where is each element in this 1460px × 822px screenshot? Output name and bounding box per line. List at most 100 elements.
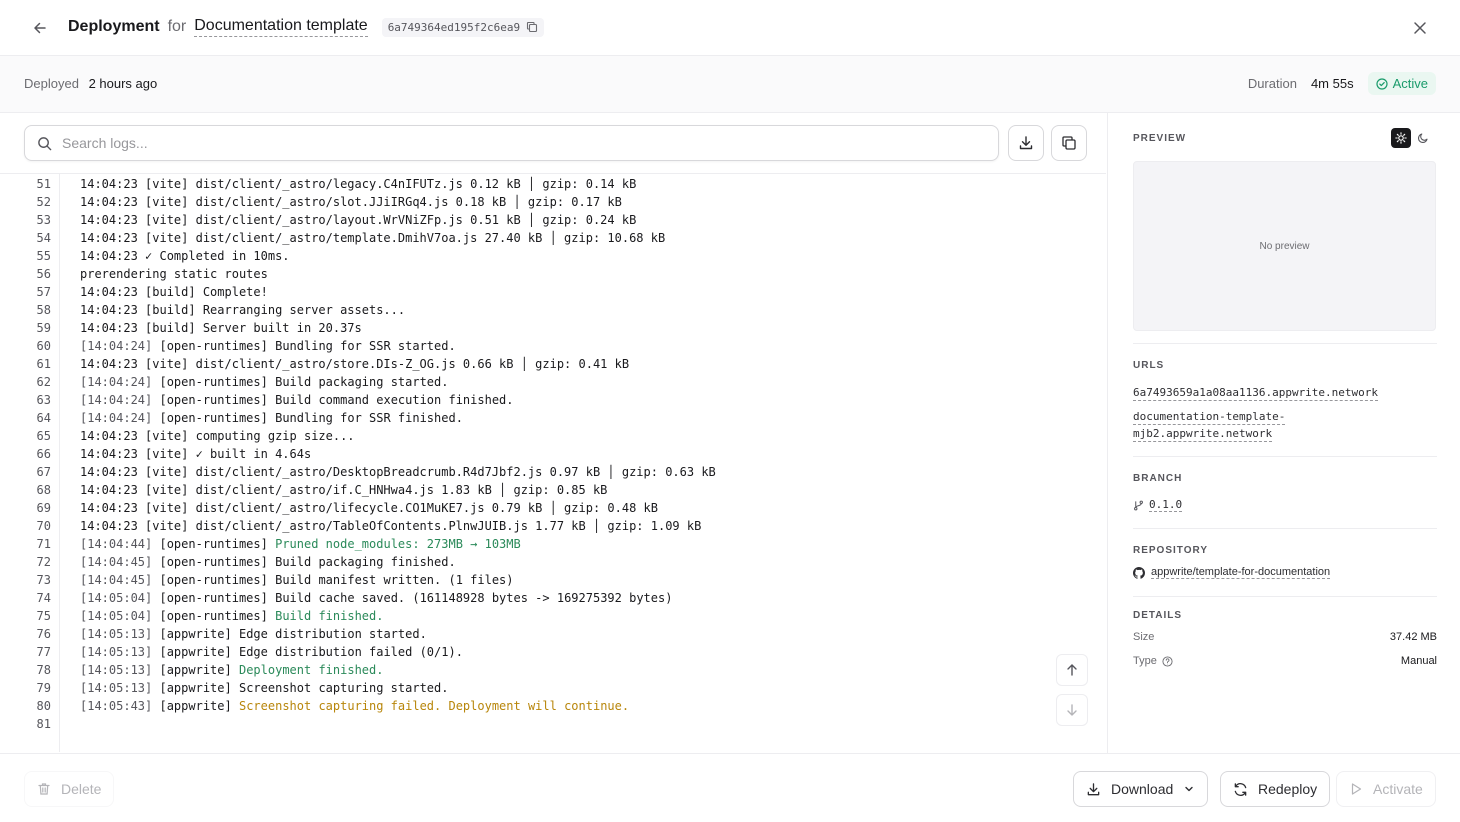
line-number: 57	[36, 285, 51, 299]
log-message: 14:04:23 [vite] ✓ built in 4.64s	[80, 447, 312, 461]
search-input[interactable]	[62, 135, 942, 151]
log-message: Screenshot capturing failed. Deployment …	[238, 699, 630, 713]
log-message: 14:04:23 [vite] dist/client/_astro/Deskt…	[80, 465, 716, 479]
url-link-1[interactable]: 6a7493659a1a08aa1136.appwrite.network	[1133, 386, 1379, 401]
log-line: 61 14:04:23 [vite] dist/client/_astro/sto…	[0, 355, 1100, 373]
log-line: 73 [14:04:45] [open-runtimes] Build manif…	[0, 571, 1100, 589]
log-text: 14:04:23 [vite] computing gzip size...	[80, 427, 355, 445]
line-number: 58	[36, 303, 51, 317]
deployment-meta-bar: Deployed 2 hours ago Duration 4m 55s Act…	[0, 56, 1460, 113]
log-line: 51 14:04:23 [vite] dist/client/_astro/leg…	[0, 175, 1100, 193]
line-number: 79	[36, 681, 51, 695]
line-number: 61	[36, 357, 51, 371]
copy-icon	[1062, 136, 1076, 150]
preview-label: PREVIEW	[1133, 133, 1187, 144]
activate-button[interactable]: Activate	[1336, 771, 1436, 807]
log-source-tag: [open-runtimes]	[159, 393, 268, 407]
deployment-id-badge[interactable]: 6a749364ed195f2c6ea9	[381, 17, 545, 37]
log-message: 14:04:23 [vite] computing gzip size...	[80, 429, 355, 443]
log-timestamp: [14:05:04]	[80, 609, 153, 623]
theme-toggle	[1391, 128, 1433, 148]
close-button[interactable]	[1408, 16, 1432, 40]
log-line: 66 14:04:23 [vite] ✓ built in 4.64s	[0, 445, 1100, 463]
log-text: [14:05:13] [appwrite] Deployment finishe…	[80, 661, 383, 679]
details-label: DETAILS	[1133, 610, 1183, 621]
scroll-top-button[interactable]	[1056, 654, 1088, 686]
log-message: 14:04:23 [vite] dist/client/_astro/layou…	[80, 213, 637, 227]
redeploy-button[interactable]: Redeploy	[1220, 771, 1331, 807]
delete-button[interactable]: Delete	[24, 771, 115, 807]
log-text: 14:04:23 [build] Rearranging server asse…	[80, 301, 405, 319]
project-link[interactable]: Documentation template	[194, 17, 368, 37]
log-text: [14:04:24] [open-runtimes] Build command…	[80, 391, 514, 409]
log-line: 75 [14:05:04] [open-runtimes] Build finis…	[0, 607, 1100, 625]
log-timestamp: [14:05:13]	[80, 681, 153, 695]
log-source-tag: [appwrite]	[159, 645, 232, 659]
log-message: Build command execution finished.	[275, 393, 514, 407]
preview-box: No preview	[1133, 161, 1436, 331]
deployed-value: 2 hours ago	[88, 76, 158, 91]
log-line: 64 [14:04:24] [open-runtimes] Bundling fo…	[0, 409, 1100, 427]
log-source-tag: [appwrite]	[159, 663, 232, 677]
line-number: 67	[36, 465, 51, 479]
log-line: 74 [14:05:04] [open-runtimes] Build cache…	[0, 589, 1100, 607]
log-message: Screenshot capturing started.	[238, 681, 449, 695]
url-link-2[interactable]: documentation-template- mjb2.appwrite.ne…	[1133, 410, 1286, 442]
log-text: 14:04:23 [vite] dist/client/_astro/Deskt…	[80, 463, 716, 481]
url-link-2-line2: mjb2.appwrite.network	[1133, 427, 1273, 442]
activate-label: Activate	[1373, 781, 1423, 797]
log-text: 14:04:23 ✓ Completed in 10ms.	[80, 247, 290, 265]
line-number: 53	[36, 213, 51, 227]
branch-link[interactable]: 0.1.0	[1133, 498, 1183, 512]
log-text: [14:04:24] [open-runtimes] Bundling for …	[80, 337, 456, 355]
log-text: [14:05:04] [open-runtimes] Build finishe…	[80, 607, 383, 625]
log-message: 14:04:23 [vite] dist/client/_astro/Table…	[80, 519, 702, 533]
download-button[interactable]: Download	[1073, 771, 1209, 807]
check-circle-icon	[1375, 77, 1388, 90]
log-message: 14:04:23 [vite] dist/client/_astro/lifec…	[80, 501, 658, 515]
log-lines: 51 14:04:23 [vite] dist/client/_astro/leg…	[0, 175, 1100, 733]
log-line: 70 14:04:23 [vite] dist/client/_astro/Tab…	[0, 517, 1100, 535]
log-text: 14:04:23 [vite] dist/client/_astro/layou…	[80, 211, 636, 229]
modal-header: Deployment for Documentation template 6a…	[0, 0, 1460, 56]
url-link-2-line1: documentation-template-	[1133, 410, 1286, 425]
log-source-tag: [open-runtimes]	[159, 573, 268, 587]
log-line: 67 14:04:23 [vite] dist/client/_astro/Des…	[0, 463, 1100, 481]
download-logs-button[interactable]	[1008, 125, 1044, 161]
log-message: 14:04:23 [vite] dist/client/_astro/legac…	[80, 177, 637, 191]
line-number: 77	[36, 645, 51, 659]
help-circle-icon[interactable]	[1162, 655, 1173, 667]
line-number: 59	[36, 321, 51, 335]
copy-logs-button[interactable]	[1051, 125, 1087, 161]
title-for: for	[167, 18, 187, 35]
log-line: 54 14:04:23 [vite] dist/client/_astro/tem…	[0, 229, 1100, 247]
log-line: 76 [14:05:13] [appwrite] Edge distributio…	[0, 625, 1100, 643]
log-text: 14:04:23 [vite] ✓ built in 4.64s	[80, 445, 311, 463]
deployment-id: 6a749364ed195f2c6ea9	[387, 20, 521, 34]
deployed-info: Deployed 2 hours ago	[24, 76, 157, 91]
log-viewer[interactable]: 51 14:04:23 [vite] dist/client/_astro/leg…	[0, 174, 1106, 752]
back-button[interactable]	[28, 16, 52, 40]
size-value: 37.42 MB	[1389, 631, 1437, 643]
log-text: 14:04:23 [build] Complete!	[80, 283, 268, 301]
repository-link[interactable]: appwrite/template-for-documentation	[1133, 566, 1331, 579]
arrow-left-icon	[34, 22, 46, 34]
log-text: [14:05:43] [appwrite] Screenshot capturi…	[80, 697, 629, 715]
page-title: Deployment for Documentation template 6a…	[68, 17, 545, 37]
dark-theme-button[interactable]	[1413, 128, 1433, 148]
log-line: 63 [14:04:24] [open-runtimes] Build comma…	[0, 391, 1100, 409]
log-source-tag: [open-runtimes]	[159, 339, 268, 353]
line-number: 51	[36, 177, 51, 191]
search-box[interactable]	[24, 125, 999, 161]
line-number: 64	[36, 411, 51, 425]
divider	[1133, 596, 1437, 597]
line-number: 80	[36, 699, 51, 713]
line-number: 75	[36, 609, 51, 623]
light-theme-button[interactable]	[1391, 128, 1411, 148]
line-number: 81	[36, 717, 51, 731]
log-message: 14:04:23 [build] Rearranging server asse…	[80, 303, 406, 317]
scroll-bottom-button[interactable]	[1056, 694, 1088, 726]
duration-value: 4m 55s	[1310, 76, 1354, 91]
duration-info: Duration 4m 55s Active	[1248, 72, 1436, 95]
log-text: [14:04:24] [open-runtimes] Bundling for …	[80, 409, 463, 427]
